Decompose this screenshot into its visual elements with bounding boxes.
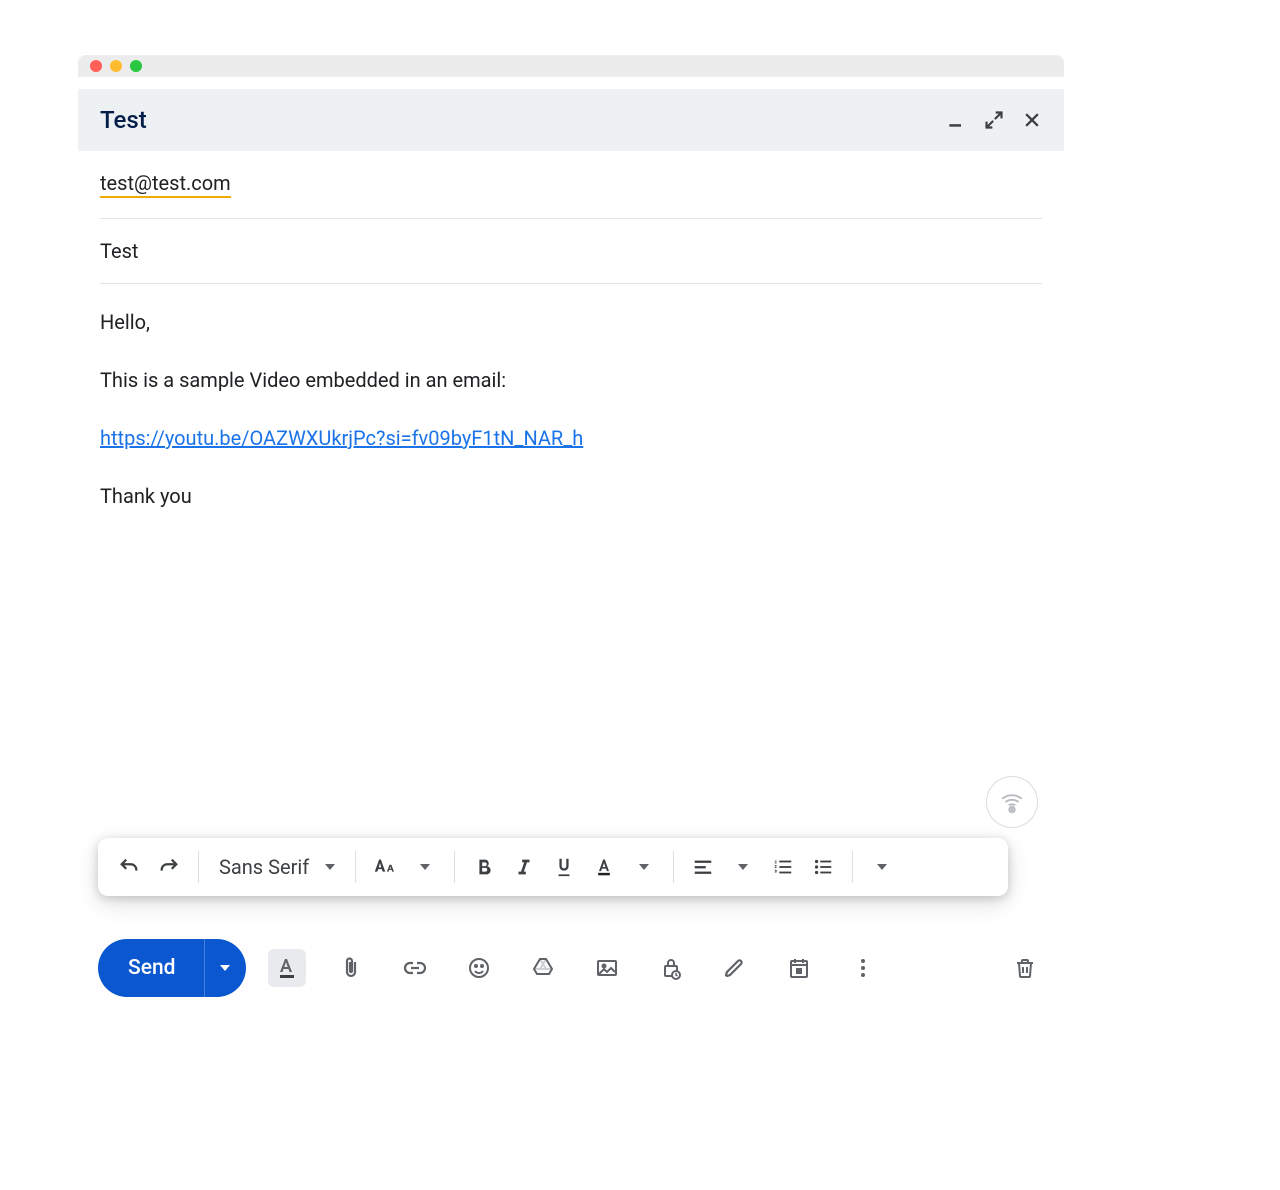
align-more[interactable] — [724, 848, 762, 886]
compose-bottom-bar: Send — [98, 936, 1044, 1000]
traffic-close-icon[interactable] — [90, 60, 102, 72]
font-family-select[interactable]: Sans Serif — [209, 855, 345, 879]
subject-field[interactable]: Test — [100, 219, 1042, 284]
separator — [454, 851, 455, 883]
font-size-more[interactable] — [406, 848, 444, 886]
to-field[interactable]: test@test.com — [100, 151, 1042, 219]
bulleted-list-button[interactable] — [804, 848, 842, 886]
align-button[interactable] — [684, 848, 722, 886]
discard-draft-button[interactable] — [1006, 949, 1044, 987]
send-button[interactable]: Send — [98, 939, 204, 997]
body-signoff: Thank you — [100, 482, 1042, 510]
chevron-down-icon — [639, 864, 649, 870]
format-toolbar: Sans Serif — [98, 838, 1008, 896]
more-formatting-button[interactable] — [863, 848, 901, 886]
text-color-button[interactable] — [585, 848, 623, 886]
insert-photo-button[interactable] — [588, 949, 626, 987]
traffic-min-icon[interactable] — [110, 60, 122, 72]
schedule-send-button[interactable] — [780, 949, 818, 987]
to-chip[interactable]: test@test.com — [100, 171, 231, 198]
separator — [355, 851, 356, 883]
separator — [852, 851, 853, 883]
font-size-button[interactable] — [366, 848, 404, 886]
email-body[interactable]: Hello, This is a sample Video embedded i… — [100, 284, 1042, 510]
insert-drive-button[interactable] — [524, 949, 562, 987]
header-actions — [946, 110, 1042, 130]
compose-header: Test — [78, 89, 1064, 151]
chevron-down-icon — [738, 864, 748, 870]
separator — [198, 851, 199, 883]
numbered-list-button[interactable] — [764, 848, 802, 886]
body-intro: This is a sample Video embedded in an em… — [100, 366, 1042, 394]
mac-titlebar — [78, 55, 1064, 77]
compose-actions — [268, 949, 882, 987]
confidential-mode-button[interactable] — [652, 949, 690, 987]
attach-file-button[interactable] — [332, 949, 370, 987]
formatting-options-button[interactable] — [268, 949, 306, 987]
more-options-button[interactable] — [844, 949, 882, 987]
compose-window: Test test@test.com Test Hello, This is a… — [78, 55, 1064, 540]
compose-title: Test — [100, 106, 147, 134]
subject-value: Test — [100, 239, 138, 263]
close-icon[interactable] — [1022, 110, 1042, 130]
insert-signature-button[interactable] — [716, 949, 754, 987]
fullscreen-icon[interactable] — [984, 110, 1004, 130]
font-family-label: Sans Serif — [219, 855, 309, 879]
underline-button[interactable] — [545, 848, 583, 886]
undo-button[interactable] — [110, 848, 148, 886]
italic-button[interactable] — [505, 848, 543, 886]
minimize-icon[interactable] — [946, 110, 966, 130]
offline-indicator-icon — [986, 776, 1038, 828]
redo-button[interactable] — [150, 848, 188, 886]
chevron-down-icon — [877, 864, 887, 870]
bold-button[interactable] — [465, 848, 503, 886]
traffic-max-icon[interactable] — [130, 60, 142, 72]
text-color-more[interactable] — [625, 848, 663, 886]
chevron-down-icon — [220, 965, 230, 971]
insert-emoji-button[interactable] — [460, 949, 498, 987]
separator — [673, 851, 674, 883]
chevron-down-icon — [420, 864, 430, 870]
chevron-down-icon — [325, 864, 335, 870]
compose-body: test@test.com Test Hello, This is a samp… — [78, 151, 1064, 510]
body-greeting: Hello, — [100, 308, 1042, 336]
browser-remnant — [78, 77, 1064, 89]
send-more-button[interactable] — [204, 939, 246, 997]
send-button-group: Send — [98, 939, 246, 997]
insert-link-button[interactable] — [396, 949, 434, 987]
body-link[interactable]: https://youtu.be/OAZWXUkrjPc?si=fv09byF1… — [100, 426, 583, 450]
